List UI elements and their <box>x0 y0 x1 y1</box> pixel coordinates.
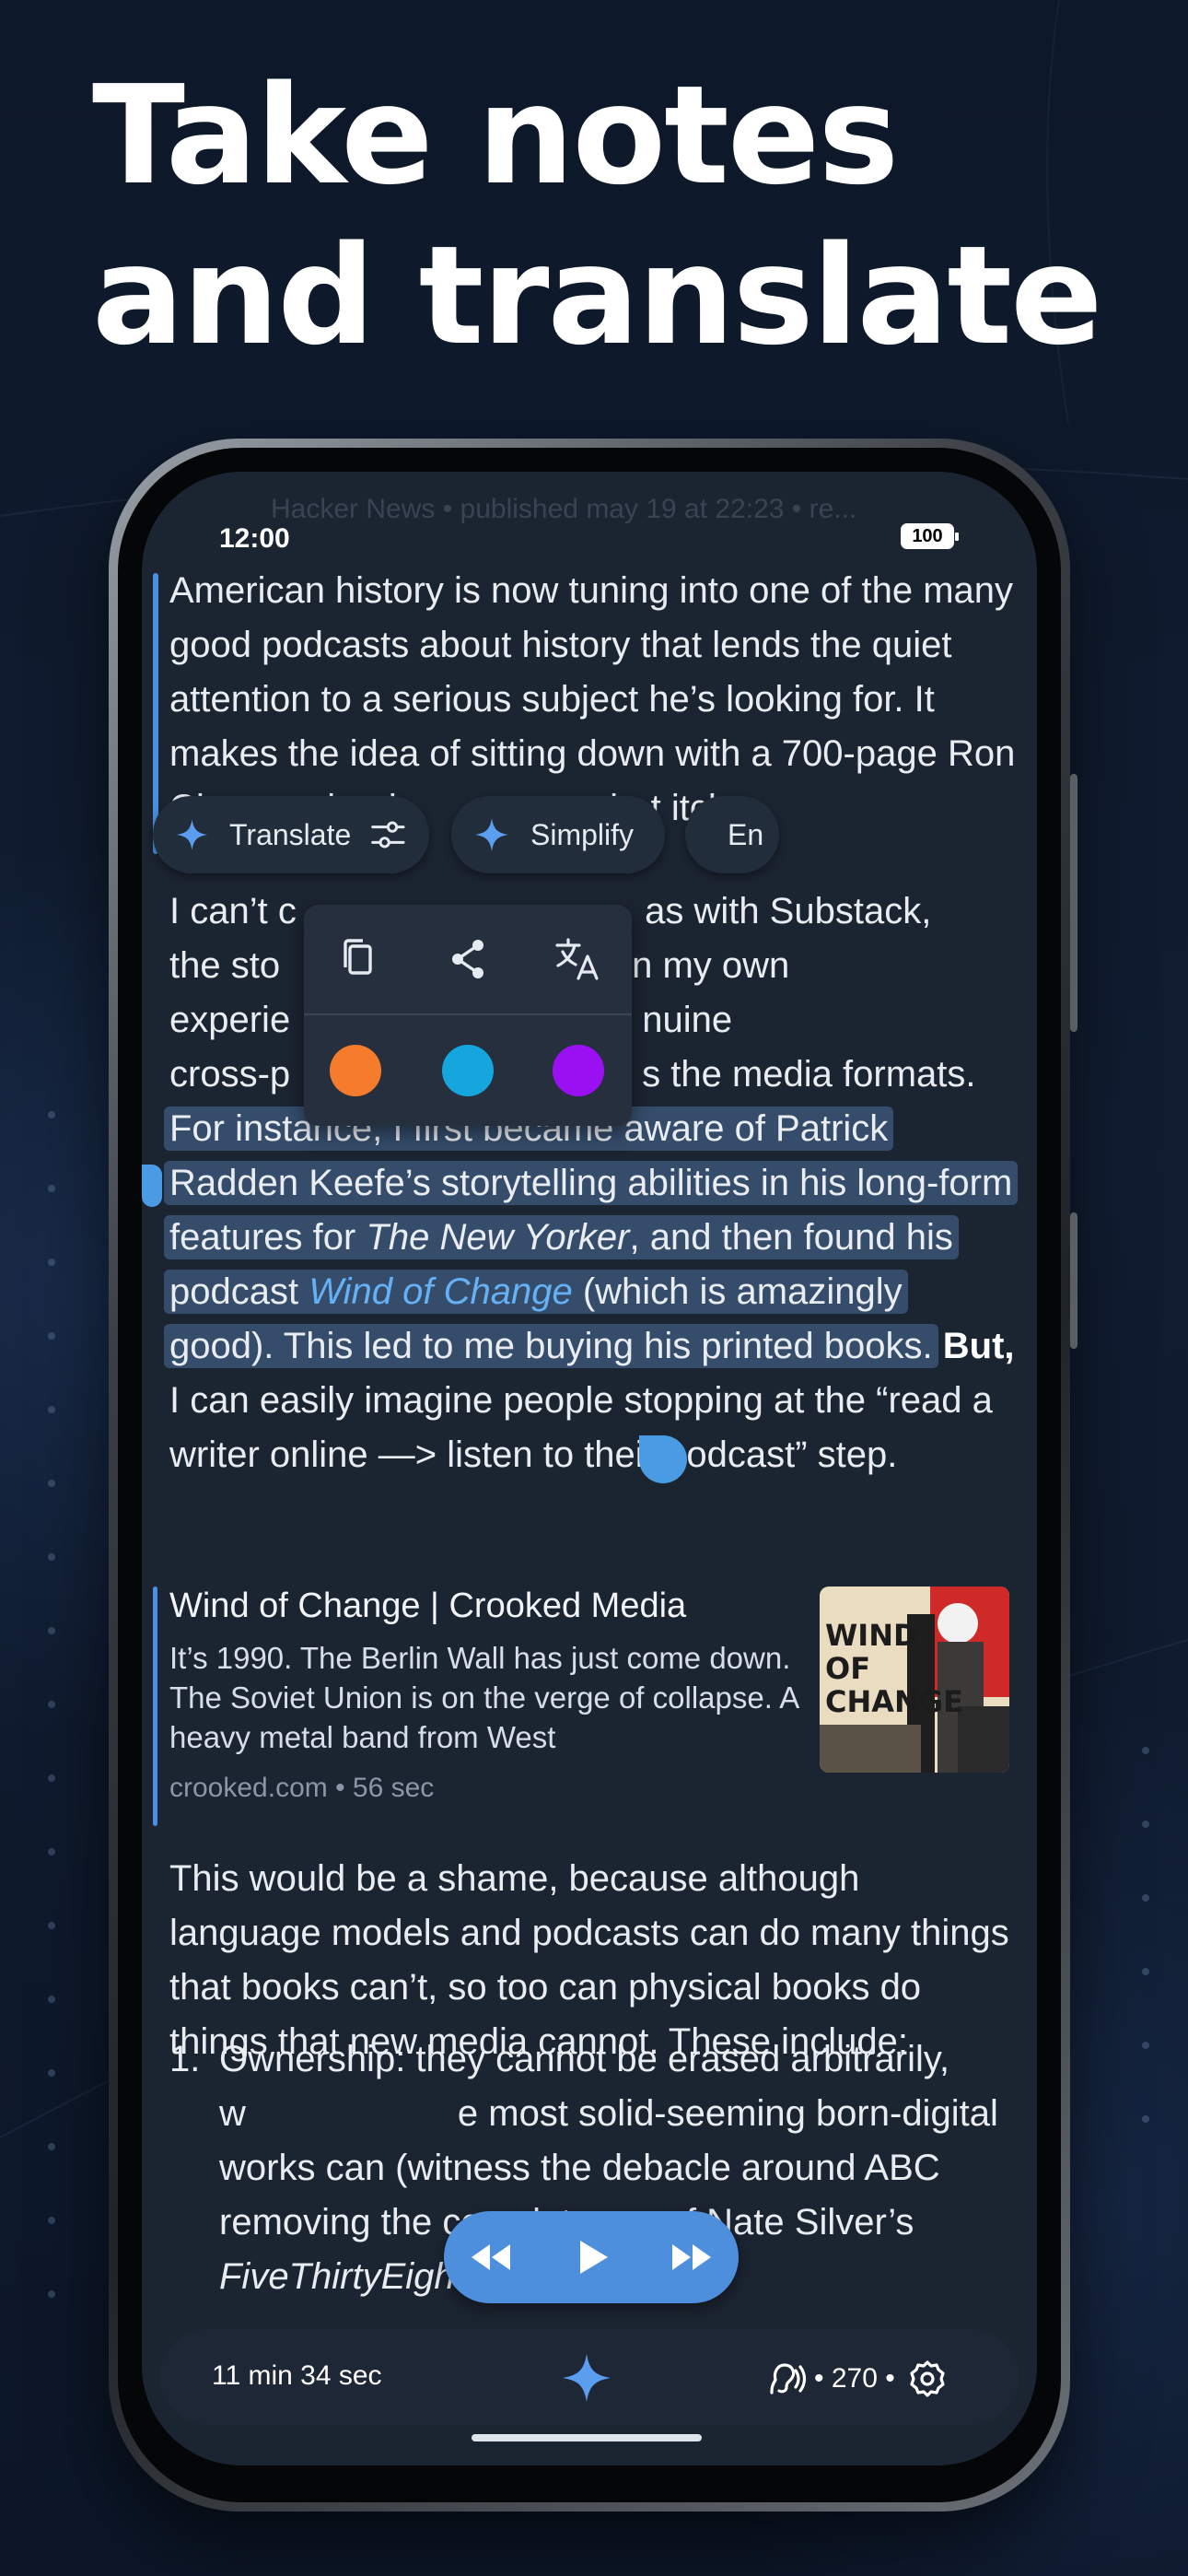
sparkle-icon <box>176 819 208 850</box>
speed-number: 270 <box>831 2363 878 2394</box>
list-number: 1. <box>169 2039 201 2079</box>
selection-handle-end[interactable] <box>639 1435 687 1483</box>
headline-line-1: Take notes <box>92 56 899 215</box>
sparkle-icon <box>475 818 508 851</box>
phone-side-button-lower <box>1070 1212 1077 1349</box>
wind-of-change-link[interactable]: Wind of Change <box>309 1271 572 1312</box>
selected-text[interactable]: For instance, I first became aware of Pa… <box>164 1107 1019 1368</box>
p2-line4a: cross-p <box>169 1054 291 1095</box>
settings-gear-icon[interactable] <box>906 2358 949 2400</box>
rewind-button[interactable] <box>466 2231 518 2283</box>
play-button[interactable] <box>565 2231 617 2283</box>
tune-settings-icon[interactable] <box>369 814 407 855</box>
selection-popup <box>304 905 632 1126</box>
highlight-purple-button[interactable] <box>553 1045 604 1096</box>
p2-line2a: the sto <box>169 945 281 986</box>
listen-icon <box>770 2363 807 2395</box>
svg-text:WIND: WIND <box>825 1618 918 1653</box>
battery-icon: 100 <box>901 523 959 549</box>
playback-speed-group[interactable]: • 270 • <box>764 2353 949 2405</box>
p2-line3b: nuine <box>642 1000 733 1040</box>
p2-line3a: experie <box>169 1000 291 1040</box>
paragraph-2-rest: I can easily imagine people stopping at … <box>169 1380 993 1475</box>
headline-line-2: and translate <box>92 217 1102 375</box>
speed-value: • 270 • <box>814 2363 895 2394</box>
fast-forward-button[interactable] <box>665 2231 716 2283</box>
link-card[interactable]: Wind of Change | Crooked Media It’s 1990… <box>153 1587 1017 1826</box>
translate-icon[interactable] <box>553 934 602 984</box>
paragraph-1: American history is now tuning into one … <box>153 564 1017 854</box>
link-card-accent-bar <box>153 1587 157 1826</box>
reading-progress-bar <box>153 573 158 854</box>
highlight-orange-button[interactable] <box>330 1045 381 1096</box>
phone-screen: Hacker News • published may 19 at 22:23 … <box>142 472 1037 2465</box>
selection-handle-start[interactable] <box>142 1165 162 1207</box>
headline: Take notes and translate <box>92 55 1102 376</box>
time-remaining: 11 min 34 sec <box>212 2360 382 2391</box>
status-time: 12:00 <box>219 523 290 554</box>
audio-player-controls <box>444 2211 739 2303</box>
link-card-meta: crooked.com • 56 sec <box>169 1773 435 1803</box>
highlight-cyan-button[interactable] <box>442 1045 494 1096</box>
fivethirtyeight-text: FiveThirtyEight <box>219 2256 465 2297</box>
but-text: But, <box>942 1326 1015 1366</box>
article-header: Hacker News • published may 19 at 22:23 … <box>271 494 857 524</box>
explain-label: En <box>728 817 764 851</box>
svg-text:CHANGE: CHANGE <box>825 1684 963 1719</box>
simplify-label: Simplify <box>530 817 635 851</box>
ai-sparkle-button[interactable] <box>560 2351 613 2405</box>
podcast-cover-image: WIND OF CHANGE <box>820 1587 1009 1773</box>
copy-icon[interactable] <box>333 934 383 984</box>
popup-divider <box>304 1013 632 1015</box>
p2-line1b: , as with Substack, <box>623 891 932 931</box>
link-card-title: Wind of Change | Crooked Media <box>169 1587 687 1625</box>
p2-line2b: n my own <box>632 945 790 986</box>
explain-chip[interactable]: En <box>685 796 779 873</box>
translate-label: Translate <box>229 817 352 851</box>
p2-line4b: s the media formats. <box>642 1054 976 1095</box>
link-card-description: It’s 1990. The Berlin Wall has just come… <box>169 1641 798 1754</box>
share-icon[interactable] <box>444 934 494 984</box>
new-yorker-text: The New Yorker <box>366 1217 630 1258</box>
paragraph-1-text: American history is now tuning into one … <box>169 570 1016 828</box>
phone-side-button-upper <box>1070 774 1077 1032</box>
translate-chip[interactable]: Translate <box>153 796 429 873</box>
home-gesture-bar[interactable] <box>472 2434 702 2441</box>
svg-text:OF: OF <box>825 1651 870 1686</box>
simplify-chip[interactable]: Simplify <box>451 796 665 873</box>
p2-line1a: I can’t c <box>169 891 297 931</box>
